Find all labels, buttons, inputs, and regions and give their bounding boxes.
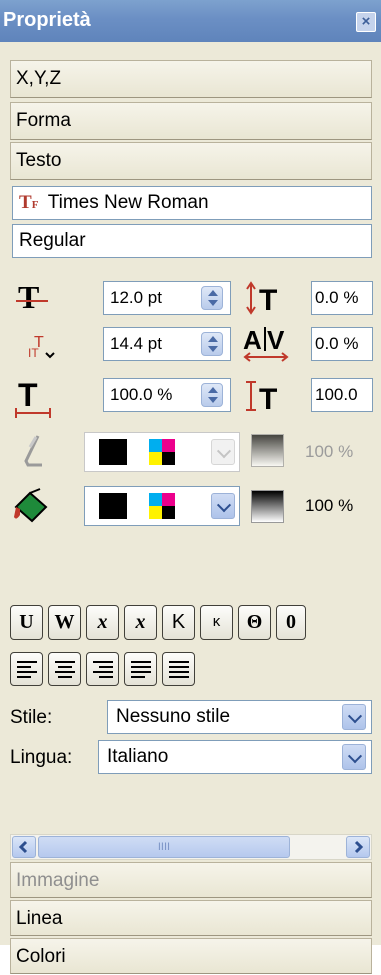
fill-black-swatch bbox=[99, 493, 127, 519]
svg-text:T: T bbox=[18, 281, 39, 315]
scroll-thumb[interactable]: IIII bbox=[38, 836, 290, 858]
line-spacing-spinner[interactable] bbox=[201, 332, 223, 356]
scale-width-icon: T bbox=[15, 378, 51, 418]
all-caps-button[interactable]: K bbox=[162, 605, 195, 640]
properties-panel: Proprietà × X,Y,Z Forma Testo TF Times N… bbox=[0, 0, 381, 974]
scale-height-icon: T bbox=[246, 381, 277, 416]
fill-opacity: 100 % bbox=[305, 496, 354, 515]
superscript-button[interactable]: x bbox=[124, 605, 157, 640]
font-family-select[interactable]: TF Times New Roman bbox=[12, 186, 372, 220]
outline-button[interactable]: 0 bbox=[276, 605, 306, 640]
section-colori[interactable]: Colori bbox=[10, 938, 372, 974]
align-center-button[interactable] bbox=[48, 652, 81, 686]
arrow-right-icon bbox=[354, 840, 364, 854]
paint-bucket-icon bbox=[14, 488, 48, 523]
close-icon[interactable]: × bbox=[356, 12, 376, 32]
strikethrough-button[interactable]: Θ bbox=[238, 605, 271, 640]
font-family-value: Times New Roman bbox=[47, 192, 209, 213]
align-right-button[interactable] bbox=[86, 652, 119, 686]
style-label: Stile: bbox=[10, 707, 53, 728]
baseline-icon: T bbox=[246, 281, 277, 315]
panel-title: Proprietà bbox=[3, 9, 91, 31]
horizontal-scrollbar[interactable]: IIII bbox=[10, 834, 372, 860]
stroke-color-picker[interactable] bbox=[84, 432, 240, 472]
stroke-gradient-swatch[interactable] bbox=[251, 434, 284, 467]
subscript-button[interactable]: x bbox=[86, 605, 119, 640]
fill-color-picker[interactable] bbox=[84, 486, 240, 526]
font-size-icon: T bbox=[16, 281, 48, 315]
svg-text:IT: IT bbox=[28, 346, 39, 360]
svg-text:A: A bbox=[243, 325, 262, 355]
svg-text:V: V bbox=[267, 325, 285, 355]
scale-width-spinner[interactable] bbox=[201, 383, 223, 407]
arrow-left-icon bbox=[18, 840, 28, 854]
justify-button[interactable] bbox=[124, 652, 157, 686]
section-testo[interactable]: Testo bbox=[10, 142, 372, 180]
chevron-down-icon[interactable] bbox=[211, 439, 235, 465]
section-immagine[interactable]: Immagine bbox=[10, 862, 372, 898]
underline-button[interactable]: U bbox=[10, 605, 43, 640]
scale-height-field[interactable]: 100.0 bbox=[311, 378, 373, 412]
scroll-left-button[interactable] bbox=[12, 836, 36, 858]
fill-gradient-swatch[interactable] bbox=[251, 490, 284, 523]
section-linea[interactable]: Linea bbox=[10, 900, 372, 936]
force-justify-button[interactable] bbox=[162, 652, 195, 686]
stroke-black-swatch bbox=[99, 439, 127, 465]
pen-icon bbox=[24, 435, 42, 467]
tracking-icon: A V bbox=[243, 325, 289, 362]
small-caps-button[interactable]: ĸ bbox=[200, 605, 233, 640]
line-spacing-icon: T IT bbox=[28, 334, 55, 360]
style-select[interactable]: Nessuno stile bbox=[107, 700, 372, 734]
svg-text:T: T bbox=[259, 284, 277, 315]
svg-text:T: T bbox=[259, 383, 277, 416]
language-select[interactable]: Italiano bbox=[98, 740, 372, 774]
fill-cmyk-swatch bbox=[149, 493, 175, 519]
scroll-right-button[interactable] bbox=[346, 836, 370, 858]
chevron-down-icon[interactable] bbox=[342, 744, 366, 770]
baseline-field[interactable]: 0.0 % bbox=[311, 281, 373, 315]
font-size-spinner[interactable] bbox=[201, 286, 223, 310]
word-underline-button[interactable]: W bbox=[48, 605, 81, 640]
stroke-cmyk-swatch bbox=[149, 439, 175, 465]
language-label: Lingua: bbox=[10, 747, 73, 768]
stroke-opacity: 100 % bbox=[305, 442, 354, 461]
align-left-button[interactable] bbox=[10, 652, 43, 686]
tracking-field[interactable]: 0.0 % bbox=[311, 327, 373, 361]
chevron-down-icon[interactable] bbox=[211, 493, 235, 519]
font-style-select[interactable]: Regular bbox=[12, 224, 372, 258]
svg-text:T: T bbox=[18, 378, 38, 413]
font-type-icon: TF bbox=[19, 192, 39, 213]
title-bar[interactable]: Proprietà × bbox=[0, 0, 381, 42]
section-forma[interactable]: Forma bbox=[10, 102, 372, 140]
chevron-down-icon[interactable] bbox=[342, 704, 366, 730]
section-xyz[interactable]: X,Y,Z bbox=[10, 60, 372, 98]
